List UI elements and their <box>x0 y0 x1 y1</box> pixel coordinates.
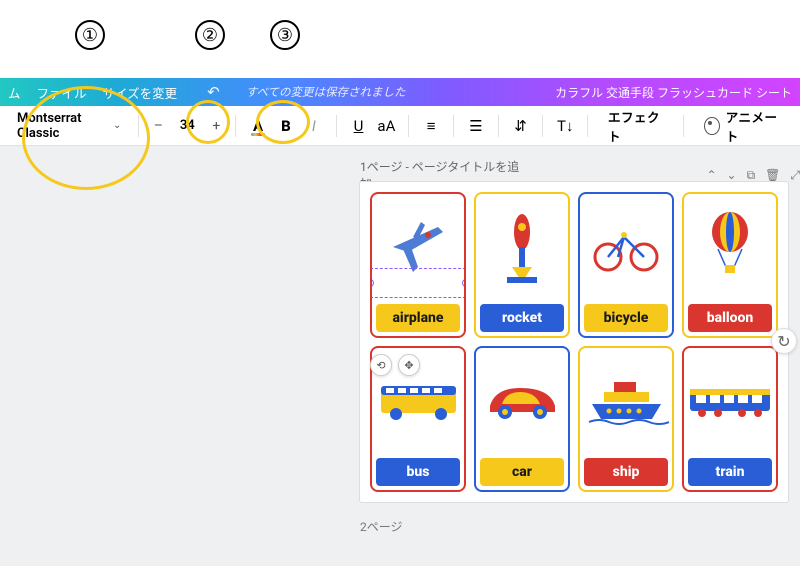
annotation-3: ③ <box>270 20 300 50</box>
card-label[interactable]: bus <box>376 458 460 486</box>
divider <box>138 115 139 137</box>
font-family-picker[interactable]: Montserrat Classic ⌄ <box>10 106 128 146</box>
effects-button[interactable]: エフェクト <box>598 112 673 140</box>
animate-label: アニメート <box>726 107 780 145</box>
animate-button[interactable]: アニメート <box>694 112 790 140</box>
divider <box>683 115 684 137</box>
car-art <box>476 348 568 454</box>
page-expand-icon[interactable]: ⌄ <box>727 168 737 183</box>
divider <box>587 115 588 137</box>
sync-icon[interactable]: ⟲ <box>370 354 392 376</box>
list-button[interactable]: ☰ <box>464 112 488 140</box>
canvas-area[interactable]: 1ページ - ページタイトルを追加 ⌃ ⌄ ⧉ 🗑 ⤢ <box>0 146 800 566</box>
balloon-art <box>684 194 776 300</box>
menubar: ム ファイル サイズを変更 ↶ すべての変更は保存されました カラフル 交通手段… <box>0 78 800 106</box>
card-label[interactable]: bicycle <box>584 304 668 332</box>
annotation-row: ① ② ③ <box>0 0 800 78</box>
divider <box>408 115 409 137</box>
regenerate-button[interactable]: ↻ <box>771 328 797 354</box>
element-toolbar: ⟲ ✥ <box>370 354 420 376</box>
card-label[interactable]: ship <box>584 458 668 486</box>
card-label[interactable]: balloon <box>688 304 772 332</box>
underline-button[interactable]: U <box>347 112 371 140</box>
text-toolbar: Montserrat Classic ⌄ – 34 + A B I U aA ≡… <box>0 106 800 146</box>
page2-title[interactable]: 2ページ <box>360 518 403 535</box>
card-label[interactable]: car <box>480 458 564 486</box>
bicycle-art <box>580 194 672 300</box>
card-label[interactable]: rocket <box>480 304 564 332</box>
train-art <box>684 348 776 454</box>
card-airplane[interactable]: airplane <box>370 192 466 338</box>
page-collapse-icon[interactable]: ⌃ <box>706 168 716 183</box>
page-duplicate-icon[interactable]: ⧉ <box>747 168 756 183</box>
ship-art <box>580 348 672 454</box>
rocket-art <box>476 194 568 300</box>
font-size-value[interactable]: 34 <box>171 118 203 133</box>
font-family-name: Montserrat Classic <box>17 111 109 141</box>
font-size-increase[interactable]: + <box>207 115 225 137</box>
move-icon[interactable]: ✥ <box>398 354 420 376</box>
page-fullscreen-icon[interactable]: ⤢ <box>790 168 800 183</box>
menu-file[interactable]: ファイル <box>37 83 87 102</box>
italic-button[interactable]: I <box>302 112 326 140</box>
card-rocket[interactable]: rocket <box>474 192 570 338</box>
divider <box>453 115 454 137</box>
vertical-text-button[interactable]: T↓ <box>553 112 577 140</box>
card-balloon[interactable]: balloon <box>682 192 778 338</box>
text-color-button[interactable]: A <box>246 112 270 140</box>
divider <box>498 115 499 137</box>
airplane-art <box>372 194 464 300</box>
divider <box>336 115 337 137</box>
save-status: すべての変更は保存されました <box>246 84 406 100</box>
font-size-decrease[interactable]: – <box>149 115 167 137</box>
divider <box>235 115 236 137</box>
card-label[interactable]: train <box>688 458 772 486</box>
divider <box>542 115 543 137</box>
card-train[interactable]: train <box>682 346 778 492</box>
annotation-2: ② <box>195 20 225 50</box>
card-ship[interactable]: ship <box>578 346 674 492</box>
chevron-down-icon: ⌄ <box>113 120 121 131</box>
card-label[interactable]: airplane <box>376 304 460 332</box>
text-color-letter: A <box>253 117 263 135</box>
page-delete-icon[interactable]: 🗑 <box>765 168 780 183</box>
menu-home[interactable]: ム <box>8 83 21 102</box>
annotation-1: ① <box>75 20 105 50</box>
align-button[interactable]: ≡ <box>419 112 443 140</box>
font-size-group: – 34 + <box>149 115 225 137</box>
text-case-button[interactable]: aA <box>374 112 398 140</box>
card-car[interactable]: car <box>474 346 570 492</box>
menu-resize[interactable]: サイズを変更 <box>103 83 178 102</box>
page-1[interactable]: airplane rocket <box>360 182 788 502</box>
document-title[interactable]: カラフル 交通手段 フラッシュカード シート <box>555 84 792 101</box>
card-bicycle[interactable]: bicycle <box>578 192 674 338</box>
spacing-button[interactable]: ⇵ <box>509 112 533 140</box>
text-color-swatch <box>251 133 265 136</box>
undo-icon[interactable]: ↶ <box>207 83 220 101</box>
animate-icon <box>704 117 719 135</box>
bold-button[interactable]: B <box>274 112 298 140</box>
